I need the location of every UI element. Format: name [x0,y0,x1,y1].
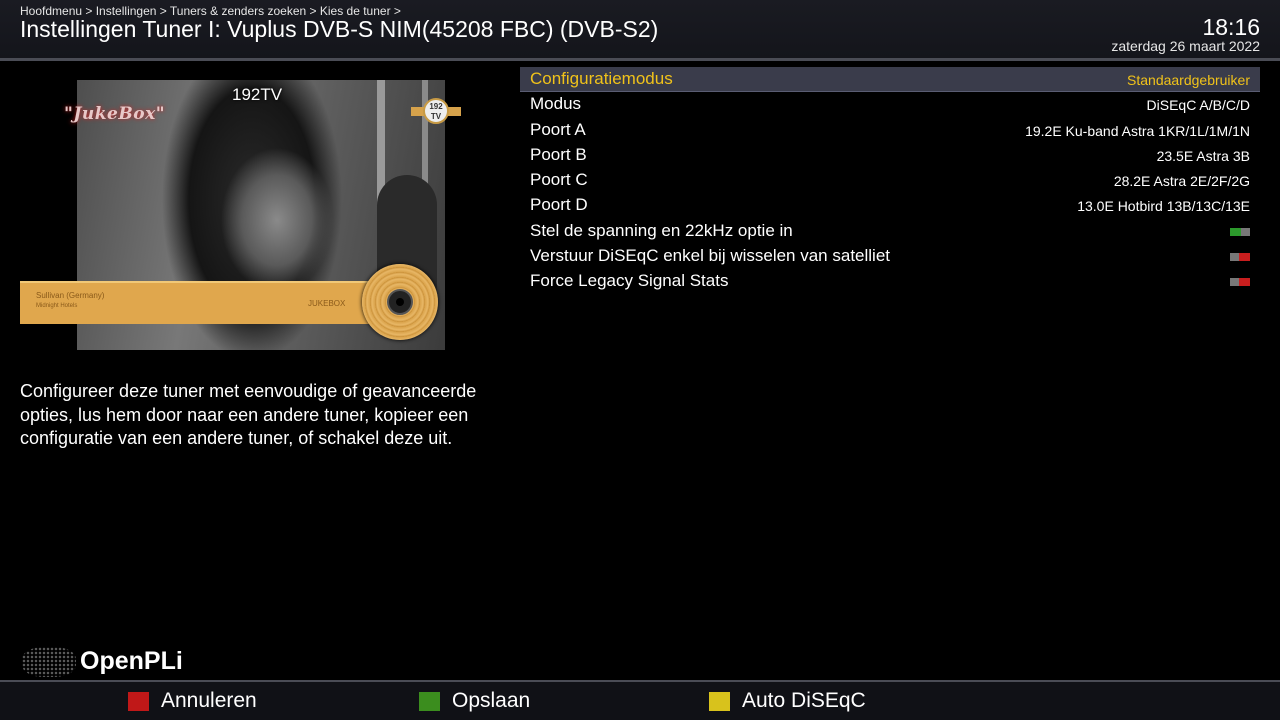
config-label: Verstuur DiSEqC enkel bij wisselen van s… [530,246,891,266]
date: zaterdag 26 maart 2022 [1111,38,1260,54]
channel-badge-icon: 192 TV [411,98,461,126]
red-key-icon [128,692,149,711]
config-label: Configuratiemodus [530,69,673,88]
config-value: 28.2E Astra 2E/2F/2G [1113,173,1250,190]
video-ticker: Sullivan (Germany) Midnight Hotels JUKEB… [20,281,420,324]
config-row-poort-d[interactable]: Poort D 13.0E Hotbird 13B/13C/13E [520,193,1260,218]
config-row-configuratiemodus[interactable]: Configuratiemodus Standaardgebruiker [520,67,1260,93]
toggle-switch-on[interactable] [1230,227,1250,236]
globe-icon [22,647,76,677]
config-row-poort-b[interactable]: Poort B 23.5E Astra 3B [520,143,1260,168]
footer-bar: Annuleren Opslaan Auto DiSEqC [0,682,1280,720]
channel-badge-text: 192 TV [423,98,449,124]
ticker-right: JUKEBOX [308,299,346,308]
header-bar: Hoofdmenu > Instellingen > Tuners & zend… [0,0,1280,58]
config-row-modus[interactable]: Modus DiSEqC A/B/C/D [520,92,1260,117]
config-value: DiSEqC A/B/C/D [1146,97,1250,114]
header-divider [0,58,1280,61]
config-row-legacy-signal-stats[interactable]: Force Legacy Signal Stats [520,269,1260,294]
config-label: Stel de spanning en 22kHz optie in [530,220,793,240]
ticker-line-2: Midnight Hotels [36,303,78,309]
openpli-logo-text: OpenPLi [80,647,183,675]
config-row-poort-a[interactable]: Poort A 19.2E Ku-band Astra 1KR/1L/1M/1N [520,118,1260,143]
setting-description: Configureer deze tuner met eenvoudige of… [20,381,477,448]
config-label: Poort B [530,144,587,164]
clock: 18:16 [1202,14,1260,40]
config-label: Poort D [530,195,588,215]
toggle-switch-off[interactable] [1230,253,1250,262]
config-label: Modus [530,94,582,114]
jukebox-logo: "JukeBox" [64,104,166,124]
config-value: 19.2E Ku-band Astra 1KR/1L/1M/1N [1025,122,1250,139]
yellow-key-label: Auto DiSEqC [742,689,866,712]
config-label: Poort C [530,170,588,190]
vinyl-record-icon [362,264,438,340]
red-key-label: Annuleren [161,689,257,712]
page-title: Instellingen Tuner I: Vuplus DVB-S NIM(4… [20,16,659,42]
config-value: 23.5E Astra 3B [1156,147,1250,164]
green-key-label: Opslaan [452,689,531,712]
tuner-settings-screen: Hoofdmenu > Instellingen > Tuners & zend… [0,0,1280,720]
config-label: Force Legacy Signal Stats [530,271,729,291]
green-key-icon [419,692,440,711]
config-label: Poort A [530,119,586,139]
config-value: 13.0E Hotbird 13B/13C/13E [1077,198,1250,215]
yellow-key-icon [709,692,730,711]
config-value: Standaardgebruiker [1127,72,1250,88]
ticker-line-1: Sullivan (Germany) [36,291,105,300]
config-row-voltage-22khz[interactable]: Stel de spanning en 22kHz optie in [520,219,1260,244]
toggle-switch-off[interactable] [1230,278,1250,287]
config-row-diseqc-on-switch[interactable]: Verstuur DiSEqC enkel bij wisselen van s… [520,244,1260,269]
channel-name: 192TV [232,85,283,104]
config-row-poort-c[interactable]: Poort C 28.2E Astra 2E/2F/2G [520,168,1260,193]
config-list: Configuratiemodus Standaardgebruiker Mod… [520,67,1260,295]
